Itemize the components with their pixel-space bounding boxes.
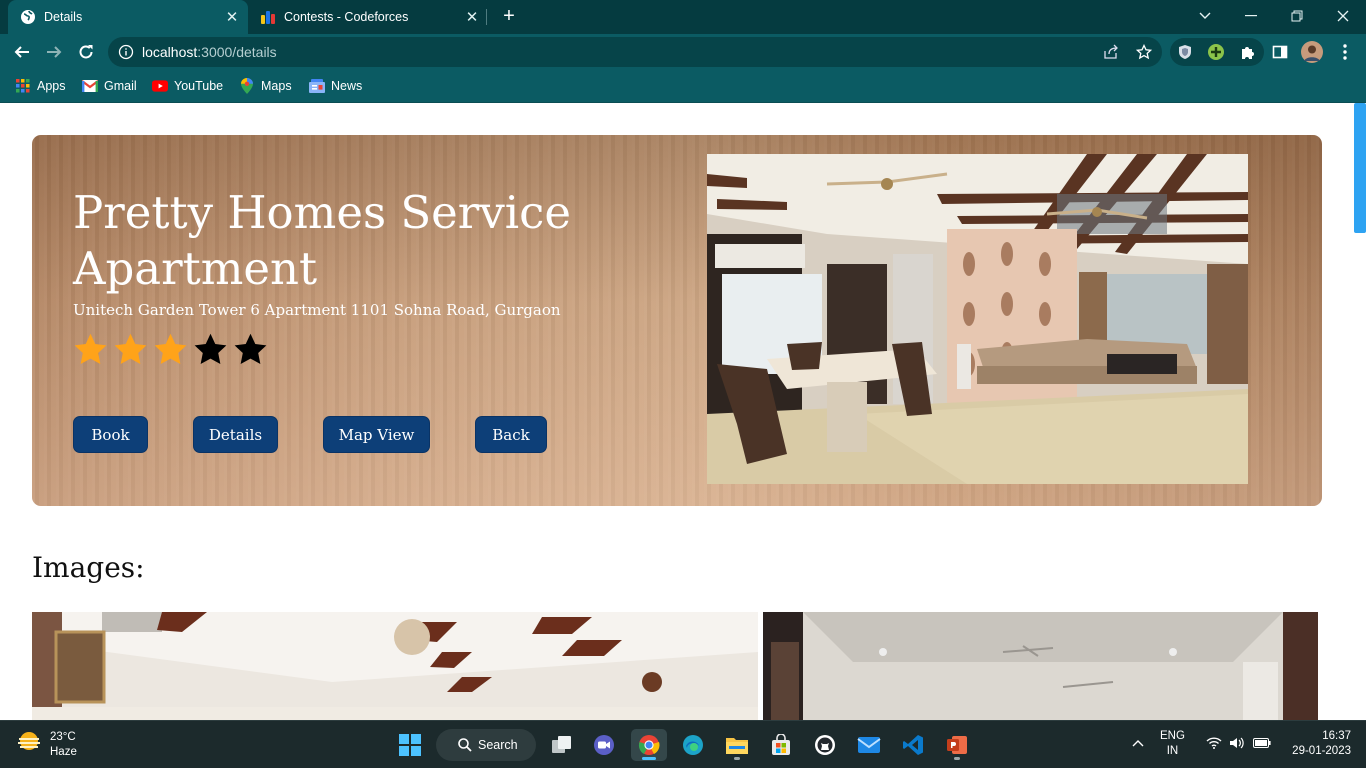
bookmark-label: Gmail [104,79,137,93]
haze-sun-icon [16,729,42,760]
tab-title: Contests - Codeforces [284,10,409,24]
bookmark-label: Maps [261,79,292,93]
star-filled-icon [114,333,147,364]
meet-video-icon[interactable] [586,729,622,761]
weather-condition: Haze [50,745,77,758]
weather-widget[interactable]: 23°C Haze [16,729,77,760]
star-rating [72,331,269,368]
address-bar[interactable]: localhost:3000/details [108,37,1162,67]
bookmark-label: YouTube [174,79,224,93]
star-filled-icon [154,333,187,364]
microsoft-store-icon[interactable] [763,729,799,761]
apps-grid-icon [15,78,31,94]
page-viewport: Pretty Homes Service Apartment Unitech G… [0,103,1366,720]
news-icon [309,78,325,94]
back-arrow-icon[interactable] [8,38,36,66]
tab-details[interactable]: Details ✕ [8,0,248,34]
bookmark-youtube[interactable]: YouTube [152,76,223,96]
gallery-image [32,612,758,720]
youtube-icon [152,78,168,94]
bookmark-label: News [331,79,363,93]
search-icon [458,738,472,752]
info-icon[interactable] [118,44,134,60]
search-label: Search [478,738,518,752]
start-button[interactable] [392,729,428,761]
star-empty-icon [194,333,227,364]
clock-date: 29-01-2023 [1292,745,1351,757]
running-indicator [734,757,740,760]
globe-icon [20,9,36,25]
gallery-image [763,612,1318,720]
bookmark-gmail[interactable]: Gmail [82,76,137,96]
github-desktop-icon[interactable] [807,729,843,761]
vscode-icon[interactable] [895,729,931,761]
bookmark-label: Apps [37,79,66,93]
close-window-icon[interactable] [1320,0,1366,32]
weather-temp: 23°C [50,730,76,743]
show-hidden-icons-chevron-icon[interactable] [1132,737,1144,752]
tab-title: Details [44,10,83,24]
file-explorer-icon[interactable] [719,729,755,761]
edge-icon[interactable] [675,729,711,761]
tab-separator [486,9,487,25]
running-indicator [954,757,960,760]
property-title: Pretty Homes Service Apartment [73,186,571,295]
codeforces-icon [260,9,276,25]
share-icon[interactable] [1100,41,1122,63]
mail-icon[interactable] [851,729,887,761]
active-indicator [642,757,656,760]
language-line1: ENG [1160,730,1185,742]
profile-avatar[interactable] [1300,40,1324,64]
close-tab-icon[interactable]: ✕ [222,8,242,26]
puzzle-extensions-icon[interactable] [1236,40,1260,64]
maps-pin-icon [239,78,255,94]
task-view-icon[interactable] [544,729,580,761]
bookmark-star-icon[interactable] [1133,41,1155,63]
tab-codeforces[interactable]: Contests - Codeforces ✕ [248,0,488,34]
star-empty-icon [234,333,267,364]
hero-banner: Pretty Homes Service Apartment Unitech G… [32,135,1322,506]
language-line2: IN [1166,745,1179,757]
reload-icon[interactable] [72,38,100,66]
green-plus-extension-icon[interactable] [1204,40,1228,64]
book-button[interactable]: Book [73,416,148,453]
bookmark-apps[interactable]: Apps [15,76,66,96]
speaker-icon[interactable] [1229,737,1245,754]
shield-extension-icon[interactable] [1173,40,1197,64]
images-heading: Images: [32,551,145,584]
page-scrollbar-thumb[interactable] [1354,103,1366,233]
map-view-button[interactable]: Map View [323,416,430,453]
tab-search-chevron-icon[interactable] [1182,0,1228,32]
minimize-icon[interactable] [1228,0,1274,32]
browser-toolbar: localhost:3000/details [0,34,1366,70]
browser-tab-strip: Details ✕ Contests - Codeforces ✕ + [0,0,1366,34]
chrome-icon[interactable] [631,729,667,761]
url-path: :3000/details [197,44,277,60]
wifi-icon[interactable] [1206,737,1222,754]
back-button[interactable]: Back [475,416,547,453]
property-main-photo [707,154,1248,484]
details-button[interactable]: Details [193,416,278,453]
restore-icon[interactable] [1274,0,1320,32]
bookmarks-bar: Apps Gmail YouTube Maps News [0,70,1366,103]
windows-taskbar: 23°C Haze Search ENG IN 16:37 29-01-2023 [0,720,1366,768]
bookmark-maps[interactable]: Maps [239,76,292,96]
side-panel-icon[interactable] [1268,40,1292,64]
language-indicator[interactable]: ENG IN [1160,729,1185,759]
close-tab-icon[interactable]: ✕ [462,8,482,26]
property-address: Unitech Garden Tower 6 Apartment 1101 So… [73,301,561,319]
star-filled-icon [74,333,107,364]
url-host: localhost [142,44,198,60]
gmail-icon [82,78,98,94]
new-tab-icon[interactable]: + [498,5,520,27]
clock[interactable]: 16:37 29-01-2023 [1285,729,1351,759]
powerpoint-icon[interactable] [939,729,975,761]
browser-menu-icon[interactable] [1333,40,1357,64]
forward-arrow-icon[interactable] [40,38,68,66]
taskbar-search[interactable]: Search [436,729,536,761]
bookmark-news[interactable]: News [309,76,362,96]
battery-icon[interactable] [1253,738,1271,753]
clock-time: 16:37 [1322,730,1351,742]
